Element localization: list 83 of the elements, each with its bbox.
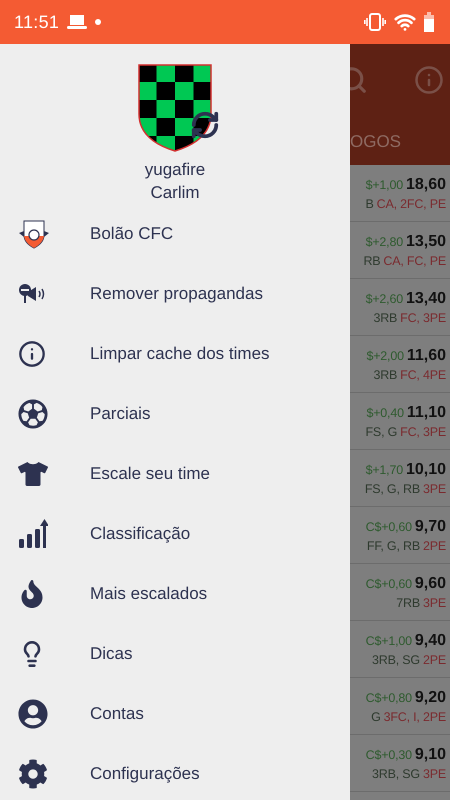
positive-scouts: 7RB: [396, 596, 420, 610]
vibrate-icon: [364, 13, 386, 31]
price-change: $+1,70: [366, 462, 403, 476]
price-change: $+2,80: [366, 234, 403, 248]
positive-scouts: B: [366, 196, 374, 210]
player-score: 9,40: [414, 632, 446, 650]
player-score: 10,10: [406, 460, 446, 478]
player-score: 9,20: [414, 688, 446, 706]
wifi-icon: [394, 11, 416, 33]
player-row[interactable]: C$+0,80 9,20 G 3FC, I, 2PE: [350, 678, 450, 735]
player-row[interactable]: C$+0,30 9,10 3RB, SG 3PE: [350, 735, 450, 792]
menu-item[interactable]: Configurações: [0, 744, 350, 800]
player-row[interactable]: C$+0,60 9,60 7RB 3PE: [350, 564, 450, 621]
positive-scouts: 3RB, SG: [372, 766, 420, 780]
player-row[interactable]: $+2,60 13,40 3RB FC, 3PE: [350, 279, 450, 336]
positive-scouts: FS, G: [366, 424, 398, 438]
price-change: C$+0,30: [366, 748, 412, 762]
sync-icon[interactable]: [190, 110, 220, 140]
pool-badge-icon: [18, 219, 50, 249]
notification-dot-icon: [95, 19, 102, 25]
positive-scouts: FF, G, RB: [366, 538, 420, 552]
price-change: $+0,40: [366, 406, 404, 420]
negative-scouts: 3FC, I, 2PE: [384, 710, 446, 724]
menu-item[interactable]: Contas: [0, 684, 350, 744]
positive-scouts: G: [371, 710, 381, 724]
price-change: $+2,00: [366, 348, 404, 362]
positive-scouts: 3RB: [373, 310, 398, 324]
info-icon[interactable]: [414, 65, 444, 95]
price-change: $+2,60: [366, 292, 403, 306]
positive-scouts: FS, G, RB: [364, 482, 420, 496]
price-change: C$+0,60: [366, 576, 412, 590]
negative-scouts: 3PE: [422, 766, 446, 780]
player-score: 13,40: [406, 290, 446, 308]
menu-item[interactable]: Classificação: [0, 504, 350, 564]
player-score: 11,10: [406, 404, 446, 422]
price-change: C$+1,00: [366, 634, 412, 648]
account-icon: [18, 699, 48, 729]
tab-label[interactable]: OGOS: [350, 132, 402, 152]
negative-scouts: CA, FC, PE: [383, 254, 446, 268]
price-change: C$+0,60: [366, 520, 412, 534]
price-change: $+1,00: [366, 178, 403, 192]
settings-icon: [18, 759, 48, 789]
price-change: C$+0,80: [366, 690, 412, 704]
player-score: 9,70: [414, 518, 446, 536]
menu-item[interactable]: Escale seu time: [0, 444, 350, 504]
negative-scouts: 3PE: [422, 596, 446, 610]
player-row[interactable]: $+1,70 10,10 FS, G, RB 3PE: [350, 450, 450, 507]
positive-scouts: 3RB: [373, 368, 398, 382]
rising-bars-icon: [18, 519, 48, 549]
player-score: 11,60: [406, 346, 446, 364]
info-icon: [18, 340, 46, 368]
menu-item[interactable]: Dicas: [0, 624, 350, 684]
player-row[interactable]: $+2,80 13,50 RB CA, FC, PE: [350, 222, 450, 279]
negative-scouts: FC, 4PE: [400, 368, 446, 382]
player-score: 9,60: [414, 574, 446, 592]
menu-item[interactable]: Limpar cache dos times: [0, 324, 350, 384]
negative-scouts: 2PE: [422, 538, 446, 552]
username: yugafire: [144, 159, 206, 181]
player-row[interactable]: $+0,40 11,10 FS, G FC, 3PE: [350, 393, 450, 450]
shirt-icon: [18, 459, 48, 489]
notification-icon: [67, 14, 88, 30]
player-row[interactable]: $+2,00 11,60 3RB FC, 4PE: [350, 336, 450, 393]
positive-scouts: 3RB, SG: [372, 652, 420, 666]
negative-scouts: CA, 2FC, PE: [376, 196, 446, 210]
player-score: 18,60: [406, 176, 446, 194]
menu-item[interactable]: Remover propagandas: [0, 264, 350, 324]
player-score: 13,50: [406, 232, 446, 250]
player-row[interactable]: C$+1,00 9,40 3RB, SG 2PE: [350, 621, 450, 678]
team-name: Carlim: [150, 182, 200, 204]
positive-scouts: RB: [363, 254, 380, 268]
player-score: 9,10: [414, 746, 446, 764]
menu-item[interactable]: Parciais: [0, 384, 350, 444]
status-time: 11:51: [14, 12, 60, 32]
player-row[interactable]: $+1,00 18,60 B CA, 2FC, PE: [350, 165, 450, 222]
menu-item[interactable]: Bolão CFC: [0, 204, 350, 264]
negative-scouts: 3PE: [422, 482, 446, 496]
player-row[interactable]: C$+0,60 9,70 FF, G, RB 2PE: [350, 507, 450, 564]
menu-item[interactable]: Mais escalados: [0, 564, 350, 624]
negative-scouts: FC, 3PE: [400, 424, 446, 438]
negative-scouts: 2PE: [422, 652, 446, 666]
battery-icon: [424, 12, 434, 32]
team-shield-icon: [138, 64, 212, 152]
negative-scouts: FC, 3PE: [400, 310, 446, 324]
